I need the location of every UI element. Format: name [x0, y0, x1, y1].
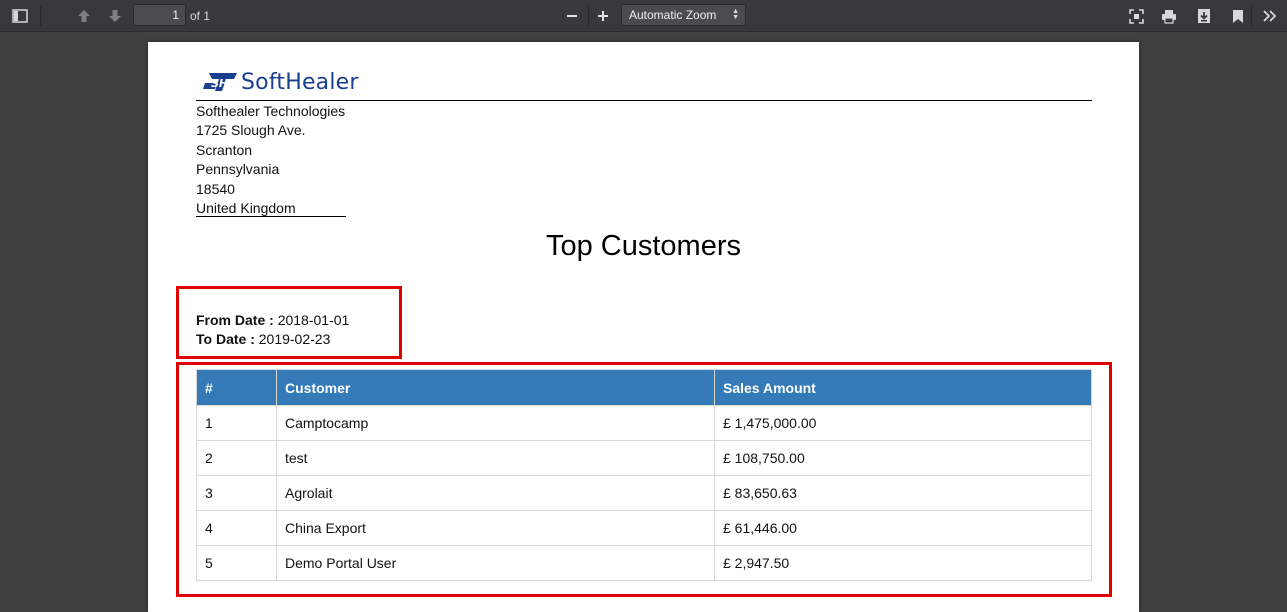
company-address: Softhealer Technologies 1725 Slough Ave.… — [196, 102, 345, 218]
column-header-sales-amount: Sales Amount — [714, 369, 1092, 406]
row-index: 2 — [196, 440, 277, 476]
page-number-input[interactable] — [133, 4, 186, 26]
column-header-customer: Customer — [276, 369, 715, 406]
from-date-label: From Date : — [196, 312, 274, 328]
toolbar-separator — [588, 6, 589, 26]
header-divider — [196, 100, 1092, 101]
to-date-label: To Date : — [196, 331, 255, 347]
zoom-in-icon[interactable] — [591, 4, 615, 28]
next-page-icon[interactable] — [103, 4, 127, 28]
row-index: 3 — [196, 475, 277, 511]
company-zip: 18540 — [196, 180, 235, 197]
sidebar-toggle-icon[interactable] — [8, 4, 32, 28]
table-row: 1 Camptocamp £ 1,475,000.00 — [196, 405, 1092, 441]
row-sales-amount: £ 61,446.00 — [714, 510, 1092, 546]
table-header-row: # Customer Sales Amount — [196, 369, 1092, 406]
row-index: 5 — [196, 545, 277, 581]
select-arrows-icon: ▲ ▼ — [732, 8, 739, 21]
company-street: 1725 Slough Ave. — [196, 122, 306, 139]
company-city: Scranton — [196, 141, 253, 158]
row-customer: Agrolait — [276, 475, 715, 511]
table-row: 3 Agrolait £ 83,650.63 — [196, 475, 1092, 511]
toolbar-separator — [1251, 6, 1252, 26]
row-index: 4 — [196, 510, 277, 546]
from-date-value: 2018-01-01 — [277, 312, 350, 328]
zoom-select-value: Automatic Zoom — [629, 8, 717, 22]
table-row: 2 test £ 108,750.00 — [196, 440, 1092, 476]
row-customer: test — [276, 440, 715, 476]
row-sales-amount: £ 108,750.00 — [714, 440, 1092, 476]
table-row: 4 China Export £ 61,446.00 — [196, 510, 1092, 546]
to-date-value: 2019-02-23 — [258, 331, 331, 347]
company-name: Softhealer Technologies — [196, 103, 346, 119]
tools-icon[interactable] — [1258, 4, 1282, 28]
pdf-page: SH SoftHealer Softhealer Technologies 17… — [148, 42, 1139, 612]
report-title: Top Customers — [545, 230, 741, 262]
company-state: Pennsylvania — [196, 161, 280, 178]
bookmark-icon[interactable] — [1226, 4, 1250, 28]
row-index: 1 — [196, 405, 277, 441]
print-icon[interactable] — [1157, 4, 1181, 28]
zoom-select[interactable]: Automatic Zoom ▲ ▼ — [621, 4, 746, 26]
svg-text:SH: SH — [211, 77, 228, 90]
row-customer: Camptocamp — [276, 405, 715, 441]
top-customers-table: # Customer Sales Amount 1 Camptocamp £ 1… — [196, 369, 1092, 581]
pdf-toolbar: of 1 Automatic Zoom ▲▼ — [0, 0, 1287, 32]
row-customer: Demo Portal User — [276, 545, 715, 581]
logo-text: SoftHealer — [241, 69, 359, 95]
softhealer-logo-icon: SH — [203, 70, 239, 94]
column-header-index: # — [196, 369, 277, 406]
previous-page-icon[interactable] — [72, 4, 96, 28]
zoom-out-icon[interactable] — [560, 4, 584, 28]
address-divider — [196, 216, 346, 217]
table-row: 5 Demo Portal User £ 2,947.50 — [196, 545, 1092, 581]
row-sales-amount: £ 1,475,000.00 — [714, 405, 1092, 441]
row-customer: China Export — [276, 510, 715, 546]
company-logo: SH SoftHealer — [203, 68, 359, 96]
row-sales-amount: £ 83,650.63 — [714, 475, 1092, 511]
row-sales-amount: £ 2,947.50 — [714, 545, 1092, 581]
presentation-mode-icon[interactable] — [1124, 4, 1148, 28]
download-icon[interactable] — [1192, 4, 1216, 28]
toolbar-separator — [40, 6, 41, 26]
page-count-label: of 1 — [190, 9, 211, 23]
date-range: From Date : 2018-01-01 To Date : 2019-02… — [196, 311, 349, 349]
